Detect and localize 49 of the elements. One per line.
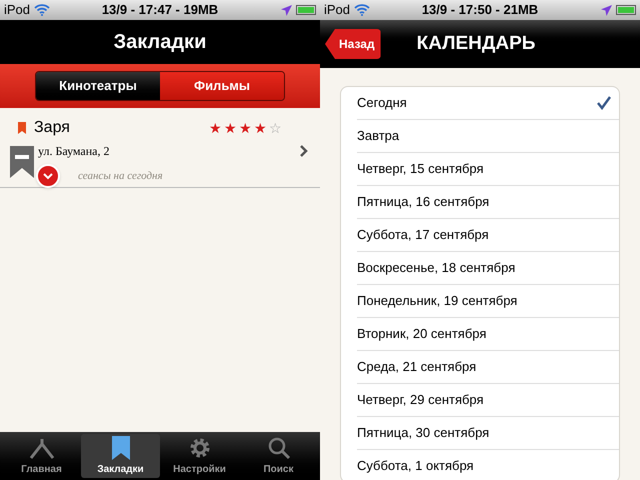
chevron-right-icon <box>300 145 308 157</box>
status-time: 13/9 - 17:50 - 21MB <box>422 1 538 20</box>
wifi-icon <box>354 4 370 16</box>
nav-title: КАЛЕНДАРЬ <box>416 32 536 56</box>
date-row[interactable]: Суббота, 17 сентября <box>357 219 619 251</box>
bookmark-icon <box>112 436 130 460</box>
nav-title: Закладки <box>114 30 206 55</box>
cinema-name: Заря <box>34 118 70 138</box>
date-row[interactable]: Вторник, 20 сентября <box>357 318 619 350</box>
date-row[interactable]: Понедельник, 19 сентября <box>357 285 619 317</box>
tab-bar-item[interactable]: Поиск <box>239 434 318 478</box>
star-icon: ★ <box>254 121 267 135</box>
battery-icon <box>616 5 636 15</box>
tab-bar-item[interactable]: Главная <box>2 434 81 478</box>
star-icon: ★ <box>239 121 252 135</box>
tab-bar-item[interactable]: Настройки <box>160 434 239 478</box>
date-row[interactable]: Четверг, 15 сентября <box>357 153 619 185</box>
star-icon: ★ <box>209 121 222 135</box>
remove-bookmark-icon <box>10 146 34 178</box>
star-icon: ☆ <box>269 121 282 135</box>
carrier-name: iPod <box>4 1 30 20</box>
cinema-row[interactable]: Заря ★★★★☆ ул. Баумана, 2 сеансы на сегодня <box>0 108 320 188</box>
date-row[interactable]: Пятница, 16 сентября <box>357 186 619 218</box>
chevron-down-icon <box>43 172 53 180</box>
date-row[interactable]: Сегодня <box>357 87 619 119</box>
cinema-address: ул. Баумана, 2 <box>38 143 110 160</box>
date-row[interactable]: Воскресенье, 18 сентября <box>357 252 619 284</box>
expand-button[interactable] <box>36 164 60 188</box>
segment-tab[interactable]: Кинотеатры <box>36 72 160 100</box>
tab-bar-item[interactable]: Закладки <box>81 434 160 478</box>
date-row[interactable]: Завтра <box>357 120 619 152</box>
gear-icon <box>188 436 212 460</box>
location-arrow-icon <box>601 4 612 16</box>
battery-icon <box>296 5 316 15</box>
carrier-name: iPod <box>324 1 350 20</box>
house-roof-icon <box>28 438 54 460</box>
date-row[interactable]: Пятница, 30 сентября <box>357 417 619 449</box>
star-icon: ★ <box>224 121 237 135</box>
status-time: 13/9 - 17:47 - 19MB <box>102 1 218 20</box>
date-row[interactable]: Четверг, 29 сентября <box>357 384 619 416</box>
date-row[interactable]: Суббота, 1 октября <box>357 450 619 480</box>
wifi-icon <box>34 4 50 16</box>
showtimes-note: сеансы на сегодня <box>78 168 163 184</box>
back-button[interactable]: Назад <box>325 29 381 59</box>
bookmark-icon <box>18 122 26 134</box>
date-row[interactable]: Среда, 21 сентября <box>357 351 619 383</box>
search-icon <box>266 436 290 460</box>
segment-tab[interactable]: Фильмы <box>160 72 284 100</box>
location-arrow-icon <box>281 4 292 16</box>
